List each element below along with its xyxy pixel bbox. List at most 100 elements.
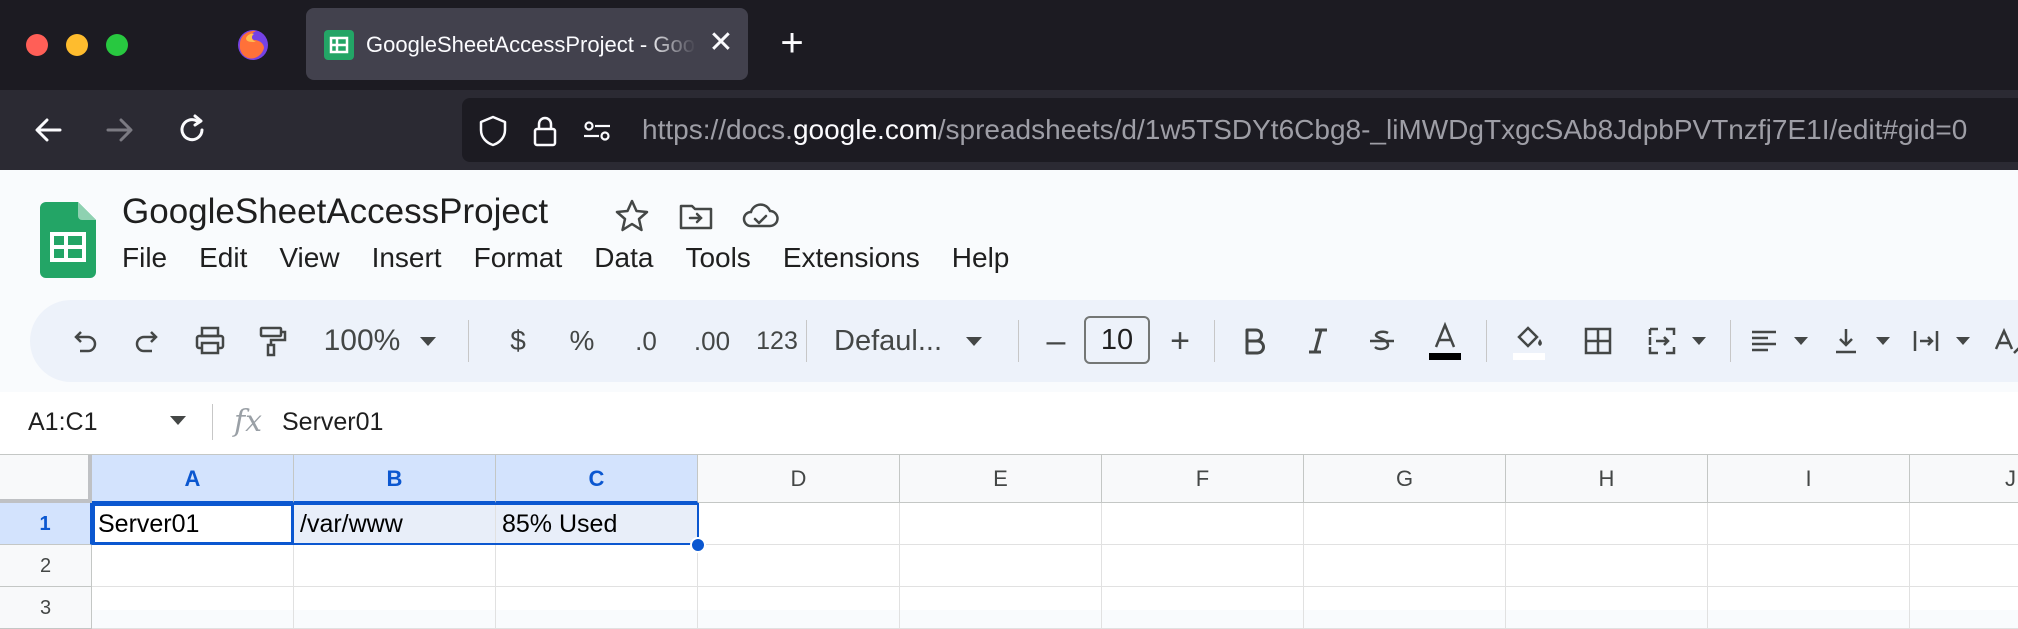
sheets-logo-icon[interactable] [40, 202, 96, 278]
menu-extensions[interactable]: Extensions [783, 242, 920, 282]
column-header-c[interactable]: C [496, 455, 698, 503]
cell-f2[interactable] [1102, 545, 1304, 587]
reload-icon[interactable] [170, 108, 214, 152]
more-formats-button[interactable]: 123 [752, 318, 802, 364]
cell-j1[interactable] [1910, 503, 2018, 545]
forward-icon[interactable] [98, 108, 142, 152]
fill-handle[interactable] [690, 537, 706, 553]
cell-b2[interactable] [294, 545, 496, 587]
url-text[interactable]: https://docs.google.com/spreadsheets/d/1… [642, 114, 1967, 146]
cell-d1[interactable] [698, 503, 900, 545]
paint-format-icon[interactable] [252, 318, 292, 364]
menu-help[interactable]: Help [952, 242, 1010, 282]
cell-h3[interactable] [1506, 587, 1708, 629]
column-header-i[interactable]: I [1708, 455, 1910, 503]
menu-tools[interactable]: Tools [685, 242, 750, 282]
borders-icon[interactable] [1576, 318, 1620, 364]
cell-g2[interactable] [1304, 545, 1506, 587]
percent-format-button[interactable]: % [562, 318, 602, 364]
tab-close-button[interactable]: ✕ [706, 26, 736, 62]
decrease-font-size-button[interactable]: – [1036, 318, 1076, 364]
cell-f1[interactable] [1102, 503, 1304, 545]
text-color-icon[interactable] [1420, 318, 1470, 364]
font-family-select[interactable]: Defaul... [834, 318, 1020, 364]
minimize-window-button[interactable] [66, 34, 88, 56]
cell-e1[interactable] [900, 503, 1102, 545]
italic-icon[interactable] [1296, 318, 1340, 364]
cell-c3[interactable] [496, 587, 698, 629]
strikethrough-icon[interactable] [1360, 318, 1404, 364]
firefox-icon[interactable] [236, 28, 270, 62]
menu-data[interactable]: Data [594, 242, 653, 282]
zoom-select[interactable]: 100% [320, 318, 440, 364]
name-box-caret-icon[interactable] [170, 416, 186, 425]
cell-e3[interactable] [900, 587, 1102, 629]
text-wrapping-icon[interactable] [1904, 318, 1976, 364]
cell-b3[interactable] [294, 587, 496, 629]
horizontal-align-icon[interactable] [1742, 318, 1814, 364]
cell-h2[interactable] [1506, 545, 1708, 587]
cell-f3[interactable] [1102, 587, 1304, 629]
lock-icon[interactable] [528, 114, 562, 148]
star-icon[interactable] [612, 196, 652, 236]
column-header-e[interactable]: E [900, 455, 1102, 503]
column-header-f[interactable]: F [1102, 455, 1304, 503]
currency-format-button[interactable]: $ [500, 318, 536, 364]
maximize-window-button[interactable] [106, 34, 128, 56]
column-header-a[interactable]: A [92, 455, 294, 503]
formula-input[interactable]: Server01 [282, 408, 383, 437]
column-header-d[interactable]: D [698, 455, 900, 503]
merge-cells-icon[interactable] [1640, 318, 1712, 364]
document-title[interactable]: GoogleSheetAccessProject [122, 192, 548, 232]
column-header-g[interactable]: G [1304, 455, 1506, 503]
url-bar[interactable]: https://docs.google.com/spreadsheets/d/1… [462, 98, 2018, 162]
column-header-j[interactable]: J [1910, 455, 2018, 503]
cell-d3[interactable] [698, 587, 900, 629]
cell-i2[interactable] [1708, 545, 1910, 587]
text-rotation-icon[interactable] [1986, 318, 2018, 364]
vertical-align-icon[interactable] [1824, 318, 1896, 364]
menu-insert[interactable]: Insert [372, 242, 442, 282]
menu-file[interactable]: File [122, 242, 167, 282]
name-box[interactable]: A1:C1 [28, 408, 97, 437]
cell-e2[interactable] [900, 545, 1102, 587]
column-header-h[interactable]: H [1506, 455, 1708, 503]
bold-icon[interactable] [1232, 318, 1276, 364]
permissions-icon[interactable] [580, 114, 614, 148]
new-tab-button[interactable]: + [772, 23, 812, 64]
browser-tab-active[interactable]: GoogleSheetAccessProject - Google Sheets… [306, 8, 748, 80]
row-header-3[interactable]: 3 [0, 587, 92, 629]
decrease-decimal-button[interactable]: .0 [624, 318, 668, 364]
close-window-button[interactable] [26, 34, 48, 56]
cell-g1[interactable] [1304, 503, 1506, 545]
print-icon[interactable] [190, 318, 230, 364]
cell-b1[interactable]: /var/www [294, 503, 496, 545]
cell-a2[interactable] [92, 545, 294, 587]
column-header-b[interactable]: B [294, 455, 496, 503]
increase-font-size-button[interactable]: + [1160, 318, 1200, 364]
cell-c2[interactable] [496, 545, 698, 587]
undo-icon[interactable] [64, 318, 104, 364]
cell-j3[interactable] [1910, 587, 2018, 629]
shield-icon[interactable] [476, 114, 510, 148]
cell-i1[interactable] [1708, 503, 1910, 545]
row-header-1[interactable]: 1 [0, 503, 92, 545]
select-all-corner[interactable] [0, 455, 92, 503]
menu-edit[interactable]: Edit [199, 242, 247, 282]
cell-a1[interactable]: Server01 [92, 503, 294, 545]
cell-h1[interactable] [1506, 503, 1708, 545]
row-header-2[interactable]: 2 [0, 545, 92, 587]
increase-decimal-button[interactable]: .00 [684, 318, 740, 364]
cell-c1[interactable]: 85% Used [496, 503, 698, 545]
cell-g3[interactable] [1304, 587, 1506, 629]
menu-format[interactable]: Format [474, 242, 563, 282]
menu-view[interactable]: View [279, 242, 339, 282]
cell-j2[interactable] [1910, 545, 2018, 587]
font-size-input[interactable]: 10 [1084, 316, 1150, 364]
cell-i3[interactable] [1708, 587, 1910, 629]
cloud-saved-icon[interactable] [740, 196, 780, 236]
redo-icon[interactable] [128, 318, 168, 364]
back-icon[interactable] [26, 108, 70, 152]
fill-color-icon[interactable] [1504, 318, 1554, 364]
cell-d2[interactable] [698, 545, 900, 587]
